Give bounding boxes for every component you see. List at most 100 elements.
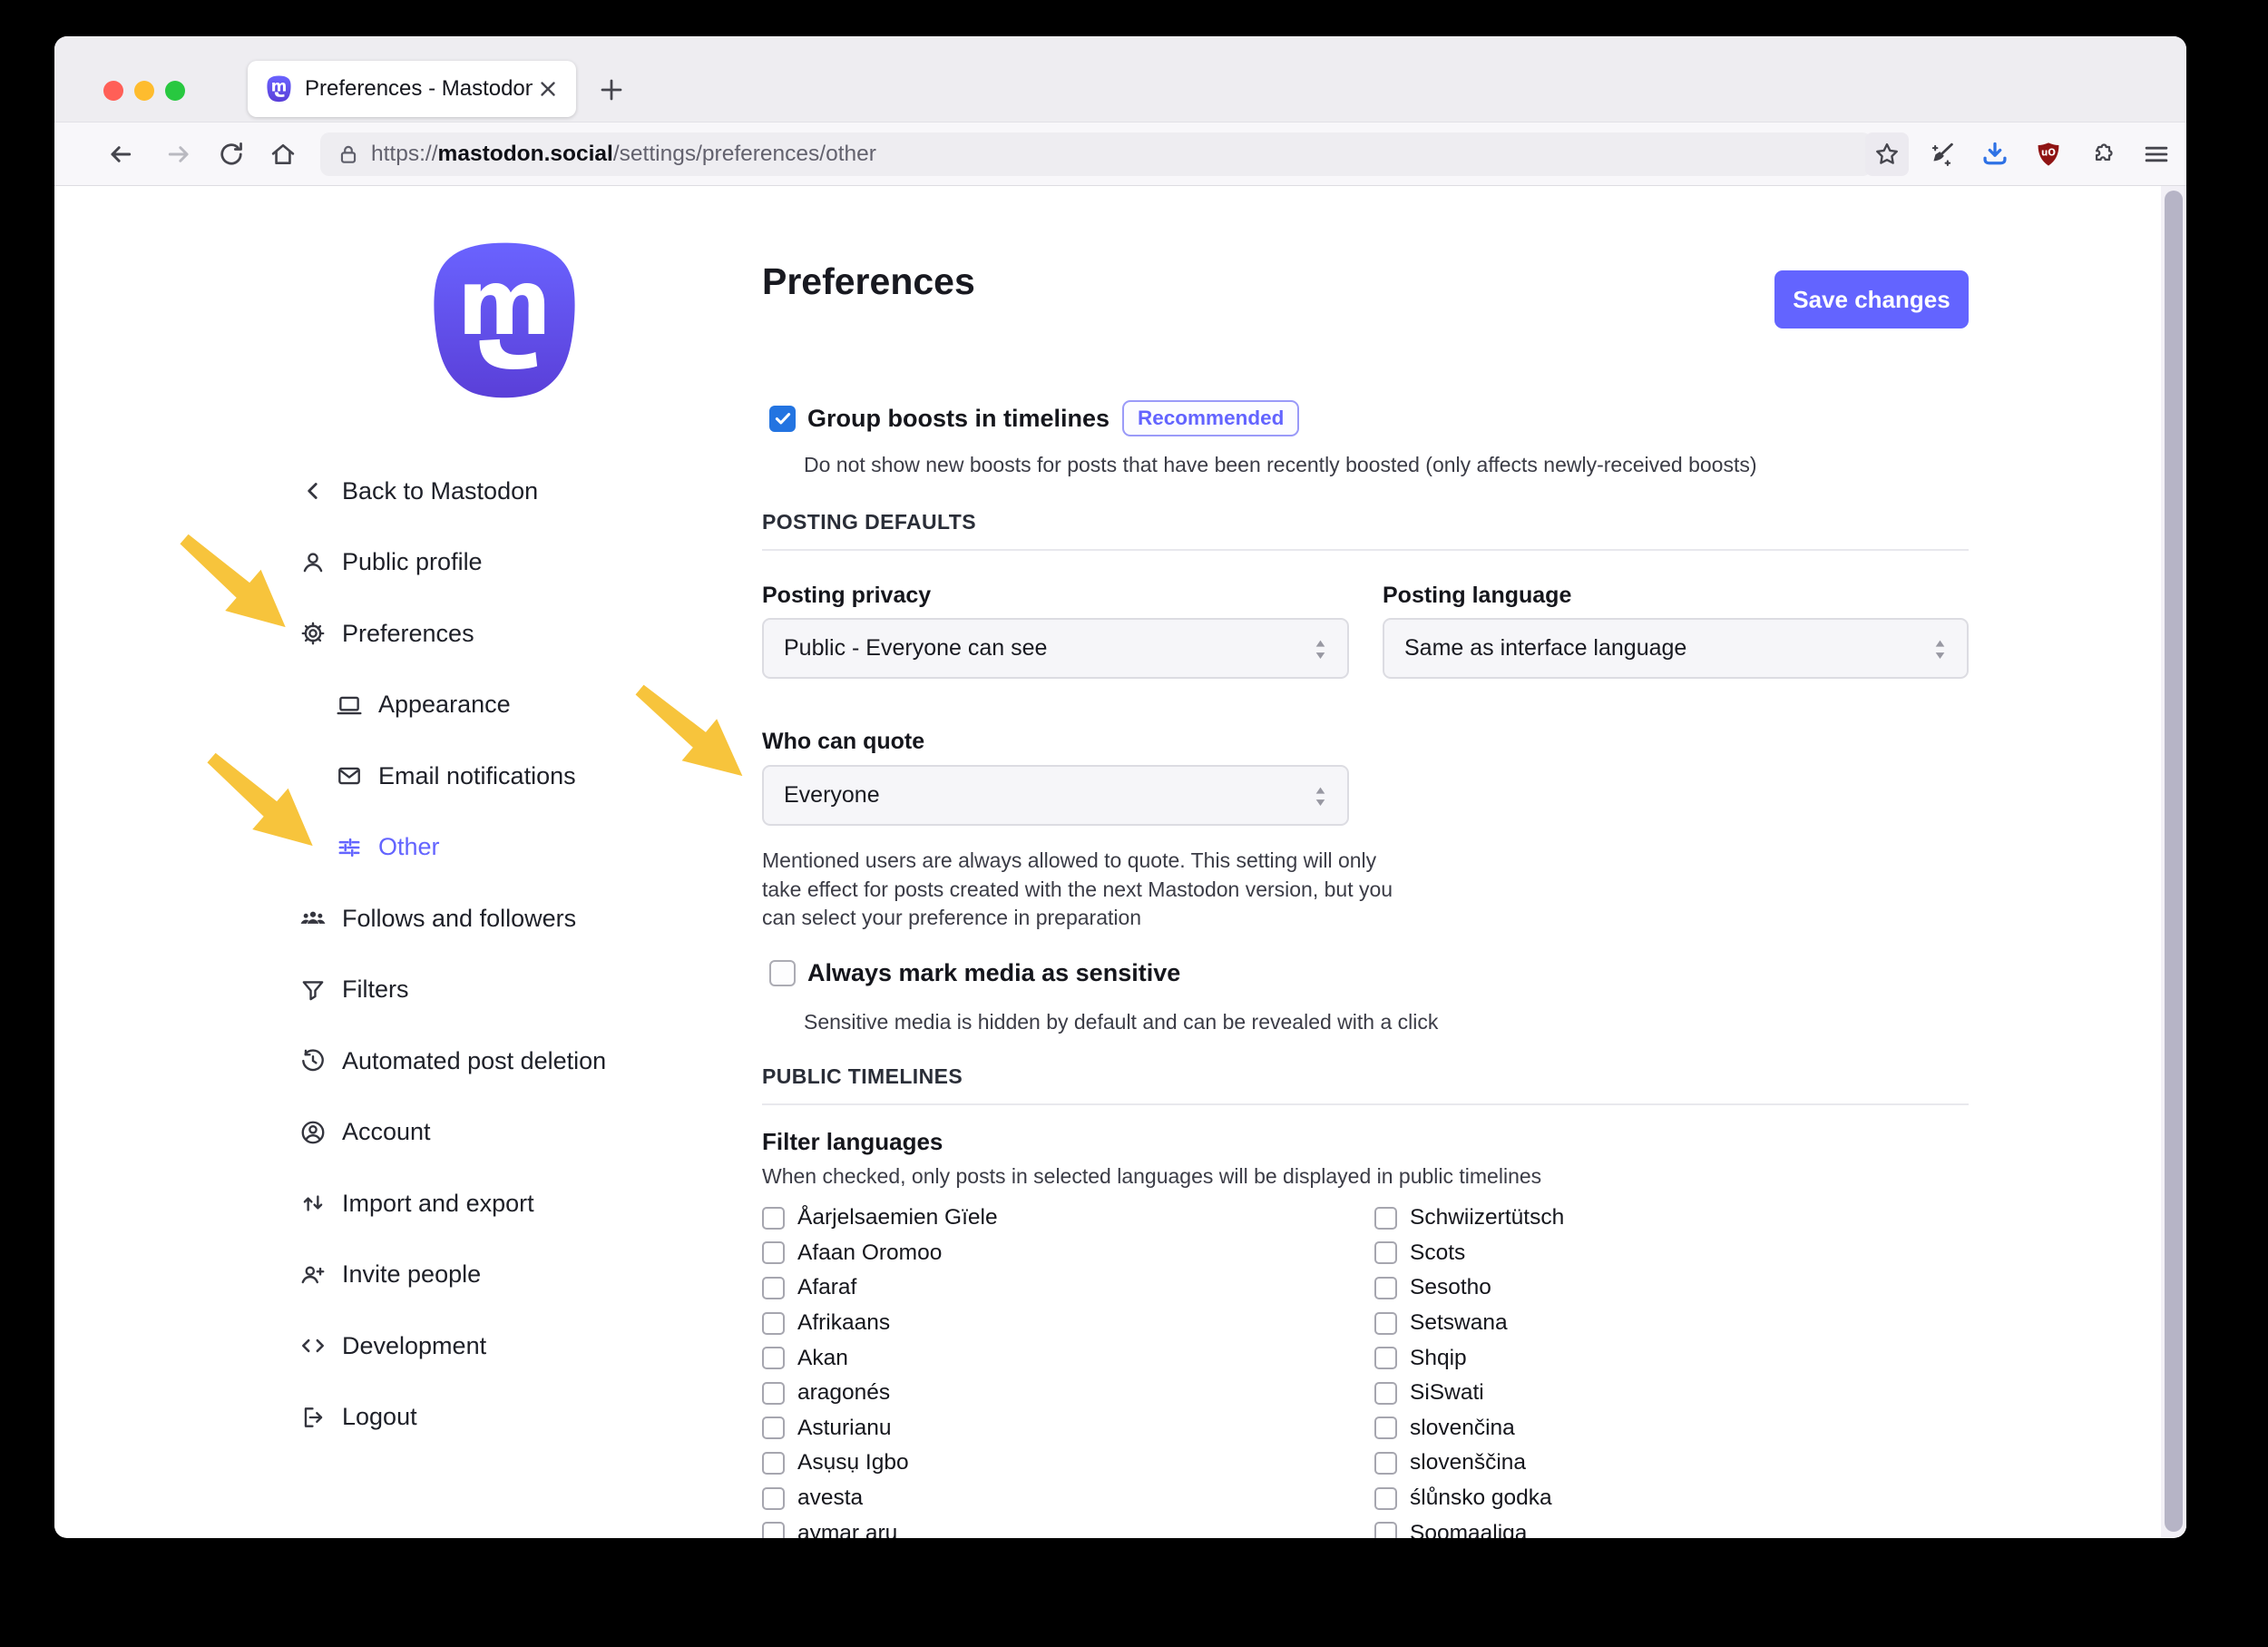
language-label[interactable]: aragonés [797,1380,890,1406]
language-checkbox[interactable] [1374,1522,1397,1538]
sidebar-item-logout[interactable]: Logout [299,1382,735,1454]
language-label[interactable]: slovenščina [1410,1450,1526,1475]
sidebar-item-import-and-export[interactable]: Import and export [299,1168,735,1240]
save-changes-button[interactable]: Save changes [1774,270,1969,328]
language-checkbox[interactable] [1374,1241,1397,1264]
language-checkbox[interactable] [762,1207,785,1230]
sidebar-item-invite-people[interactable]: Invite people [299,1240,735,1311]
sidebar-item-preferences[interactable]: Preferences [299,598,735,670]
language-checkbox[interactable] [1374,1277,1397,1299]
language-checkbox[interactable] [762,1312,785,1335]
language-checkbox[interactable] [1374,1382,1397,1405]
home-icon[interactable] [261,132,305,176]
language-checkbox[interactable] [762,1487,785,1510]
page-title: Preferences [762,260,975,303]
cleaner-extension-icon[interactable] [1920,132,1963,176]
forward-icon[interactable] [157,132,200,176]
group-boosts-description: Do not show new boosts for posts that ha… [804,451,1757,480]
language-row-akan: Akan [762,1340,1343,1376]
new-tab-button[interactable] [594,73,629,107]
sidebar-item-back-to-mastodon[interactable]: Back to Mastodon [299,456,735,527]
language-label[interactable]: Setswana [1410,1310,1508,1336]
zoom-window-button[interactable] [165,81,185,101]
section-divider [762,549,1969,551]
language-label[interactable]: SiSwati [1410,1380,1484,1406]
mastodon-favicon-icon: m [266,75,292,103]
select-updown-icon [1314,638,1327,660]
language-checkbox[interactable] [1374,1347,1397,1369]
language-label[interactable]: Shqip [1410,1346,1467,1371]
ublock-origin-icon[interactable]: uO [2027,132,2070,176]
gear-icon [299,620,327,647]
language-label[interactable]: Schwiizertütsch [1410,1205,1564,1230]
sidebar-item-follows-and-followers[interactable]: Follows and followers [299,883,735,955]
group-boosts-checkbox[interactable] [769,406,796,432]
language-checkbox[interactable] [1374,1452,1397,1475]
who-can-quote-select[interactable]: Everyone [762,765,1349,826]
sidebar-item-email-notifications[interactable]: Email notifications [299,740,735,812]
language-label[interactable]: Asụsụ Igbo [797,1450,909,1475]
language-checkbox[interactable] [1374,1207,1397,1230]
extensions-puzzle-icon[interactable] [2080,132,2124,176]
language-checkbox[interactable] [762,1241,785,1264]
language-checkbox[interactable] [762,1382,785,1405]
reload-icon[interactable] [210,132,253,176]
language-checkbox[interactable] [762,1347,785,1369]
sensitive-media-label[interactable]: Always mark media as sensitive [807,959,1180,987]
download-icon[interactable] [1973,132,2017,176]
language-row-soomaaliga: Soomaaliga [1374,1515,1955,1538]
language-label[interactable]: slovenčina [1410,1416,1515,1441]
language-label[interactable]: Afaan Oromoo [797,1240,942,1266]
language-label[interactable]: Sesotho [1410,1275,1491,1300]
sidebar-item-other[interactable]: Other [299,812,735,884]
group-boosts-label[interactable]: Group boosts in timelines [807,405,1110,433]
back-icon[interactable] [99,132,142,176]
filter-languages-label: Filter languages [762,1128,943,1156]
mastodon-logo: m [426,240,582,407]
language-row-aymar-aru: aymar aru [762,1515,1343,1538]
language-checkbox[interactable] [762,1452,785,1475]
language-row-arjelsaemien-g-ele: Åarjelsaemien Gïele [762,1201,1343,1236]
close-window-button[interactable] [103,81,123,101]
language-label[interactable]: Åarjelsaemien Gïele [797,1205,998,1230]
language-label[interactable]: ślůnsko godka [1410,1485,1552,1511]
sidebar-item-filters[interactable]: Filters [299,955,735,1026]
section-divider [762,1103,1969,1105]
filter-languages-description: When checked, only posts in selected lan… [762,1162,1541,1191]
sidebar-item-appearance[interactable]: Appearance [299,670,735,741]
language-checkbox[interactable] [1374,1312,1397,1335]
language-label[interactable]: Akan [797,1346,848,1371]
sidebar-item-automated-post-deletion[interactable]: Automated post deletion [299,1025,735,1097]
browser-tab[interactable]: m Preferences - Mastodon [248,61,576,117]
language-label[interactable]: Afaraf [797,1275,856,1300]
language-checkbox[interactable] [1374,1487,1397,1510]
posting-language-select[interactable]: Same as interface language [1383,618,1969,679]
language-label[interactable]: aymar aru [797,1521,897,1538]
sidebar-item-development[interactable]: Development [299,1310,735,1382]
language-checkbox[interactable] [762,1417,785,1439]
language-column-left: Åarjelsaemien Gïele Afaan Oromoo Afaraf … [762,1201,1343,1538]
sensitive-media-row: Always mark media as sensitive [769,959,1180,987]
language-label[interactable]: Asturianu [797,1416,892,1441]
menu-icon[interactable] [2135,132,2178,176]
language-checkbox[interactable] [1374,1417,1397,1439]
sidebar-item-public-profile[interactable]: Public profile [299,527,735,599]
language-row-sesotho: Sesotho [1374,1270,1955,1306]
minimize-window-button[interactable] [134,81,154,101]
bookmark-star-icon[interactable] [1865,132,1909,176]
language-row-afaan-oromoo: Afaan Oromoo [762,1236,1343,1271]
sidebar-item-account[interactable]: Account [299,1097,735,1169]
posting-privacy-select[interactable]: Public - Everyone can see [762,618,1349,679]
tab-close-icon[interactable] [533,74,563,104]
language-checkbox[interactable] [762,1522,785,1538]
language-checkbox[interactable] [762,1277,785,1299]
language-label[interactable]: Soomaaliga [1410,1521,1527,1538]
sensitive-media-checkbox[interactable] [769,960,796,986]
language-label[interactable]: Scots [1410,1240,1465,1266]
scrollbar-track [2161,186,2186,1537]
language-label[interactable]: Afrikaans [797,1310,890,1336]
scrollbar-thumb[interactable] [2165,191,2183,1532]
who-can-quote-label: Who can quote [762,729,924,755]
language-label[interactable]: avesta [797,1485,863,1511]
url-field[interactable]: https://mastodon.social/settings/prefere… [320,132,1872,176]
